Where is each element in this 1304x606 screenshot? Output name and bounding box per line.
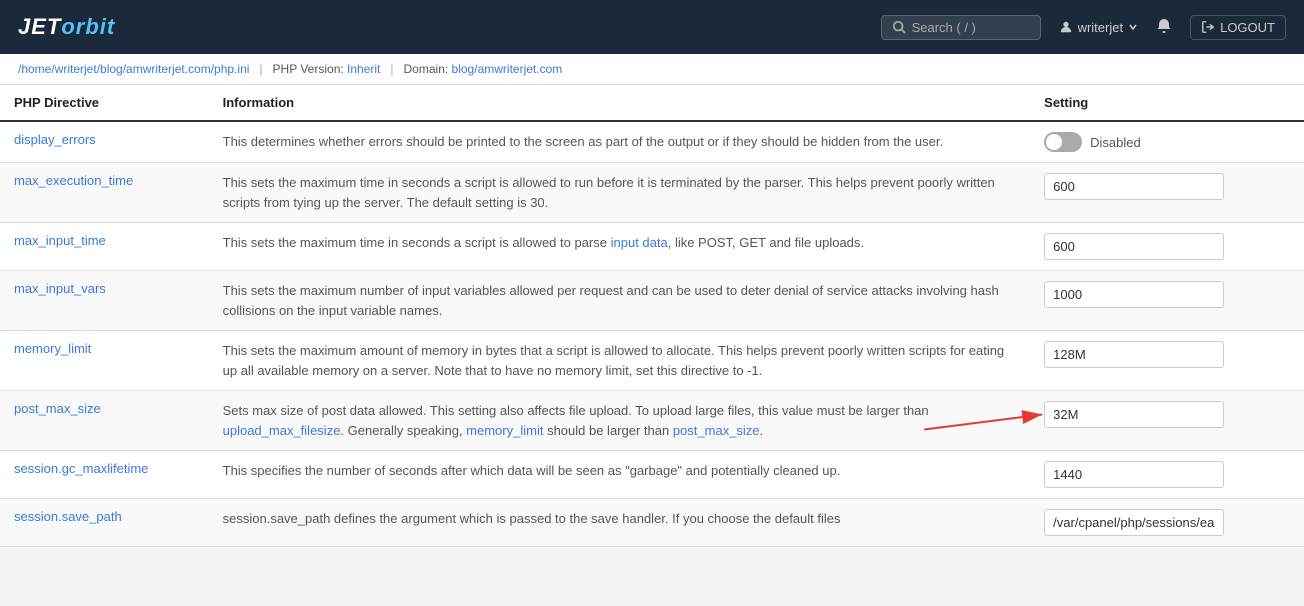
cell-directive: display_errors <box>0 121 209 163</box>
table-row: post_max_sizeSets max size of post data … <box>0 391 1304 451</box>
search-box[interactable]: Search ( / ) <box>881 15 1041 40</box>
breadcrumb-sep2: | <box>390 62 393 76</box>
logout-icon <box>1201 20 1215 34</box>
user-icon <box>1059 20 1073 34</box>
cell-setting <box>1030 331 1304 391</box>
chevron-down-icon <box>1128 22 1138 32</box>
table-row: session.gc_maxlifetimeThis specifies the… <box>0 451 1304 499</box>
cell-setting <box>1030 451 1304 499</box>
cell-info: session.save_path defines the argument w… <box>209 499 1031 547</box>
setting-input[interactable] <box>1044 233 1224 260</box>
setting-input[interactable] <box>1044 173 1224 200</box>
table-row: max_input_varsThis sets the maximum numb… <box>0 271 1304 331</box>
toggle-label: Disabled <box>1090 135 1141 150</box>
search-icon <box>892 20 906 34</box>
setting-input[interactable] <box>1044 461 1224 488</box>
user-menu[interactable]: writerjet <box>1059 20 1139 35</box>
cell-directive: session.gc_maxlifetime <box>0 451 209 499</box>
table-row: max_input_timeThis sets the maximum time… <box>0 223 1304 271</box>
cell-directive: memory_limit <box>0 331 209 391</box>
logo-torbit: orbit <box>61 14 115 40</box>
cell-directive: session.save_path <box>0 499 209 547</box>
cell-setting <box>1030 391 1304 451</box>
logo-je: JET <box>18 14 61 40</box>
table-row: display_errorsThis determines whether er… <box>0 121 1304 163</box>
php-table: PHP Directive Information Setting displa… <box>0 85 1304 547</box>
cell-directive: max_execution_time <box>0 163 209 223</box>
setting-input[interactable] <box>1044 281 1224 308</box>
breadcrumb-bar: /home/writerjet/blog/amwriterjet.com/php… <box>0 54 1304 85</box>
table-header-row: PHP Directive Information Setting <box>0 85 1304 121</box>
breadcrumb-domain: Domain: blog/amwriterjet.com <box>404 62 563 76</box>
cell-info: This determines whether errors should be… <box>209 121 1031 163</box>
col-header-setting: Setting <box>1030 85 1304 121</box>
breadcrumb-php-version: PHP Version: Inherit <box>273 62 381 76</box>
cell-directive: max_input_time <box>0 223 209 271</box>
logout-label: LOGOUT <box>1220 20 1275 35</box>
col-header-directive: PHP Directive <box>0 85 209 121</box>
table-row: memory_limitThis sets the maximum amount… <box>0 331 1304 391</box>
breadcrumb-sep: | <box>259 62 262 76</box>
main-content: PHP Directive Information Setting displa… <box>0 85 1304 547</box>
cell-info: This sets the maximum time in seconds a … <box>209 163 1031 223</box>
breadcrumb-link[interactable]: /home/writerjet/blog/amwriterjet.com/php… <box>18 62 249 76</box>
logout-button[interactable]: LOGOUT <box>1190 15 1286 40</box>
bell-icon[interactable] <box>1156 18 1172 37</box>
toggle-switch[interactable] <box>1044 132 1082 152</box>
cell-info: This sets the maximum amount of memory i… <box>209 331 1031 391</box>
cell-setting <box>1030 223 1304 271</box>
username: writerjet <box>1078 20 1124 35</box>
bell-svg <box>1156 18 1172 34</box>
setting-input[interactable] <box>1044 509 1224 536</box>
col-header-info: Information <box>209 85 1031 121</box>
search-placeholder: Search ( / ) <box>912 20 976 35</box>
cell-info: Sets max size of post data allowed. This… <box>209 391 1031 451</box>
cell-directive: max_input_vars <box>0 271 209 331</box>
cell-setting: Disabled <box>1030 121 1304 163</box>
logo: JETorbit <box>18 14 115 40</box>
toggle-wrapper[interactable]: Disabled <box>1044 132 1290 152</box>
cell-info: This specifies the number of seconds aft… <box>209 451 1031 499</box>
cell-setting <box>1030 499 1304 547</box>
setting-input[interactable] <box>1044 401 1224 428</box>
breadcrumb-path: /home/writerjet/blog/amwriterjet.com/php… <box>18 62 249 76</box>
cell-info: This sets the maximum number of input va… <box>209 271 1031 331</box>
cell-info: This sets the maximum time in seconds a … <box>209 223 1031 271</box>
setting-input[interactable] <box>1044 341 1224 368</box>
cell-setting <box>1030 271 1304 331</box>
cell-directive: post_max_size <box>0 391 209 451</box>
header: JETorbit Search ( / ) writerjet <box>0 0 1304 54</box>
cell-setting <box>1030 163 1304 223</box>
table-row: max_execution_timeThis sets the maximum … <box>0 163 1304 223</box>
header-right: Search ( / ) writerjet LOGOUT <box>881 15 1286 40</box>
table-row: session.save_pathsession.save_path defin… <box>0 499 1304 547</box>
